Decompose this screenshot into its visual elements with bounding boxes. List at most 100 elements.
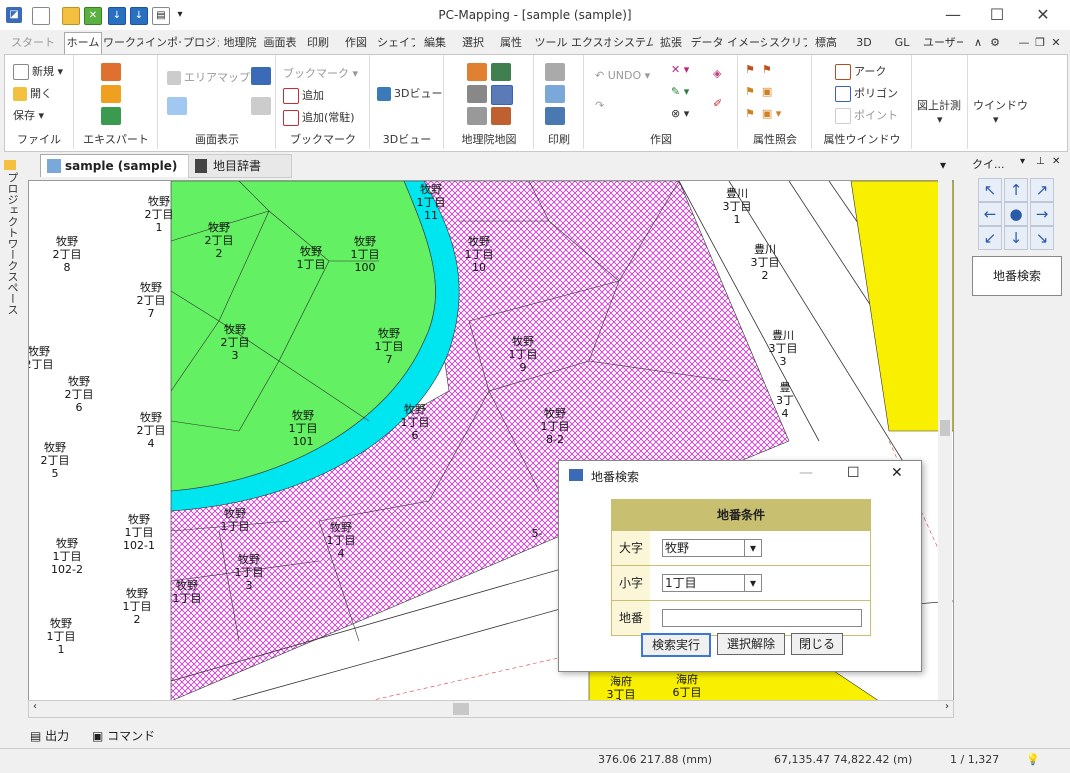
gsi-icon-4[interactable]: [491, 85, 513, 105]
display-icon-2[interactable]: [251, 97, 271, 115]
tab-select[interactable]: 選択: [454, 32, 492, 54]
scroll-right-icon[interactable]: ›: [945, 701, 949, 712]
tab-edit[interactable]: 編集: [416, 32, 454, 54]
3d-view-button[interactable]: 3Dビュー: [377, 85, 442, 101]
print-setup-icon[interactable]: [545, 85, 565, 103]
save-button[interactable]: 保存 ▾: [13, 107, 44, 123]
open-button[interactable]: 開く: [13, 85, 52, 101]
add-bookmark-button[interactable]: 追加: [283, 87, 324, 104]
lightbulb-icon[interactable]: 💡: [1026, 753, 1040, 766]
doc-tab-sample[interactable]: sample (sample) ✕: [40, 154, 229, 177]
close-button[interactable]: ✕: [1028, 4, 1058, 26]
minimize-button[interactable]: —: [938, 4, 968, 26]
print-preview-icon[interactable]: [545, 63, 565, 81]
dialog-close-text-button[interactable]: 閉じる: [791, 633, 843, 655]
window-close-icon[interactable]: ✕: [1048, 32, 1064, 54]
dialog-close-button[interactable]: ✕: [891, 465, 903, 481]
measure-dropdown-icon[interactable]: ▾: [937, 113, 943, 126]
expert-icon-3[interactable]: [101, 107, 121, 125]
tab-gl[interactable]: GL: [884, 32, 920, 54]
horizontal-scrollbar[interactable]: ‹ ›: [28, 700, 954, 718]
project-workspace-strip[interactable]: プロジェクトワークスペース: [0, 152, 22, 720]
window-button[interactable]: ウインドウ: [973, 97, 1028, 113]
node-icon[interactable]: ⊗ ▾: [671, 107, 689, 120]
tab-list-dropdown-icon[interactable]: ▾: [940, 154, 946, 176]
tab-data[interactable]: データ: [688, 32, 726, 54]
oaza-dropdown-icon[interactable]: ▾: [744, 540, 761, 556]
tab-user[interactable]: ユーザー: [922, 32, 964, 54]
horizontal-scroll-thumb[interactable]: [453, 703, 469, 715]
pan-up-icon[interactable]: ↑: [1004, 178, 1028, 202]
tab-print[interactable]: 印刷: [300, 32, 336, 54]
tab-script[interactable]: スクリプ: [768, 32, 808, 54]
tab-extension[interactable]: 拡張: [654, 32, 688, 54]
scroll-left-icon[interactable]: ‹: [33, 701, 37, 712]
gsi-icon-3[interactable]: [467, 85, 487, 103]
point-button[interactable]: ポイント: [835, 107, 898, 124]
tab-tool[interactable]: ツール: [532, 32, 570, 54]
pan-right-icon[interactable]: →: [1030, 202, 1054, 226]
pen-icon[interactable]: ✎ ▾: [671, 85, 689, 98]
output-tab[interactable]: ▤ 出力: [30, 727, 69, 744]
pan-up-right-icon[interactable]: ↗: [1030, 178, 1054, 202]
attr-icon-2[interactable]: ⚑ ▣: [745, 85, 772, 98]
tab-project[interactable]: プロジェ: [182, 32, 220, 54]
maximize-button[interactable]: ☐: [982, 4, 1012, 26]
window-dropdown-icon[interactable]: ▾: [993, 113, 999, 126]
tab-display[interactable]: 画面表: [260, 32, 300, 54]
polygon-button[interactable]: ポリゴン: [835, 85, 898, 102]
tab-3d[interactable]: 3D: [846, 32, 882, 54]
tab-system[interactable]: システム: [612, 32, 654, 54]
dialog-minimize-button[interactable]: —: [799, 465, 813, 481]
tab-export[interactable]: エクスポ: [570, 32, 612, 54]
printer-icon[interactable]: [545, 107, 565, 125]
tab-image[interactable]: イメージ: [726, 32, 768, 54]
expert-icon-1[interactable]: [101, 63, 121, 81]
tab-draw[interactable]: 作図: [338, 32, 374, 54]
attr-icon-3[interactable]: ⚑ ▣ ▾: [745, 107, 781, 120]
tab-start[interactable]: スタート: [8, 32, 58, 54]
attr-icon-1[interactable]: ⚑ ⚑: [745, 63, 772, 76]
area-map-button[interactable]: エリアマップ: [167, 69, 250, 85]
redo-button[interactable]: ↷: [595, 99, 604, 112]
vertical-scroll-thumb[interactable]: [940, 420, 950, 436]
tab-shape[interactable]: シェイプ: [376, 32, 416, 54]
pan-up-left-icon[interactable]: ↖: [978, 178, 1002, 202]
tab-gsi[interactable]: 地理院: [220, 32, 260, 54]
delete-icon[interactable]: ✕ ▾: [671, 63, 689, 76]
window-minimize-icon[interactable]: —: [1016, 32, 1032, 54]
vertical-scrollbar[interactable]: [938, 180, 952, 700]
dropper-icon[interactable]: ✐: [713, 97, 722, 110]
search-execute-button[interactable]: 検索実行: [641, 633, 711, 657]
tab-import[interactable]: インポー: [144, 32, 182, 54]
pan-down-icon[interactable]: ↓: [1004, 226, 1028, 250]
arc-button[interactable]: アーク: [835, 63, 886, 80]
pan-down-right-icon[interactable]: ↘: [1030, 226, 1054, 250]
expert-icon-2[interactable]: [101, 85, 121, 103]
gsi-icon-5[interactable]: [467, 107, 487, 125]
panel-pin-icon[interactable]: ⊥: [1036, 156, 1045, 167]
eraser-icon[interactable]: ◈: [713, 67, 721, 80]
doc-tab-dict[interactable]: 地目辞書: [188, 154, 292, 178]
settings-icon[interactable]: ⚙: [986, 32, 1004, 54]
tab-workspace[interactable]: ワークス: [102, 32, 144, 54]
add-resident-button[interactable]: 追加(常駐): [283, 109, 355, 126]
measure-button[interactable]: 図上計測: [917, 97, 961, 113]
gsi-icon-6[interactable]: [491, 107, 511, 125]
command-tab[interactable]: ▣ コマンド: [92, 727, 155, 744]
oaza-select[interactable]: 牧野 ▾: [662, 539, 762, 557]
dialog-maximize-button[interactable]: ☐: [847, 465, 860, 481]
koaza-select[interactable]: 1丁目 ▾: [662, 574, 762, 592]
clear-selection-button[interactable]: 選択解除: [717, 633, 785, 655]
tab-elevation[interactable]: 標高: [808, 32, 844, 54]
gsi-icon-1[interactable]: [467, 63, 487, 81]
collapse-ribbon-icon[interactable]: ∧: [970, 32, 986, 54]
chiban-search-button[interactable]: 地番検索: [972, 256, 1062, 296]
tab-home[interactable]: ホーム: [64, 32, 102, 55]
undo-button[interactable]: ↶ UNDO ▾: [595, 69, 650, 82]
chiban-input[interactable]: [662, 609, 862, 627]
panel-dropdown-icon[interactable]: ▾: [1020, 156, 1025, 167]
pan-down-left-icon[interactable]: ↙: [978, 226, 1002, 250]
display-icon-1[interactable]: [251, 67, 271, 85]
window-restore-icon[interactable]: ❐: [1032, 32, 1048, 54]
